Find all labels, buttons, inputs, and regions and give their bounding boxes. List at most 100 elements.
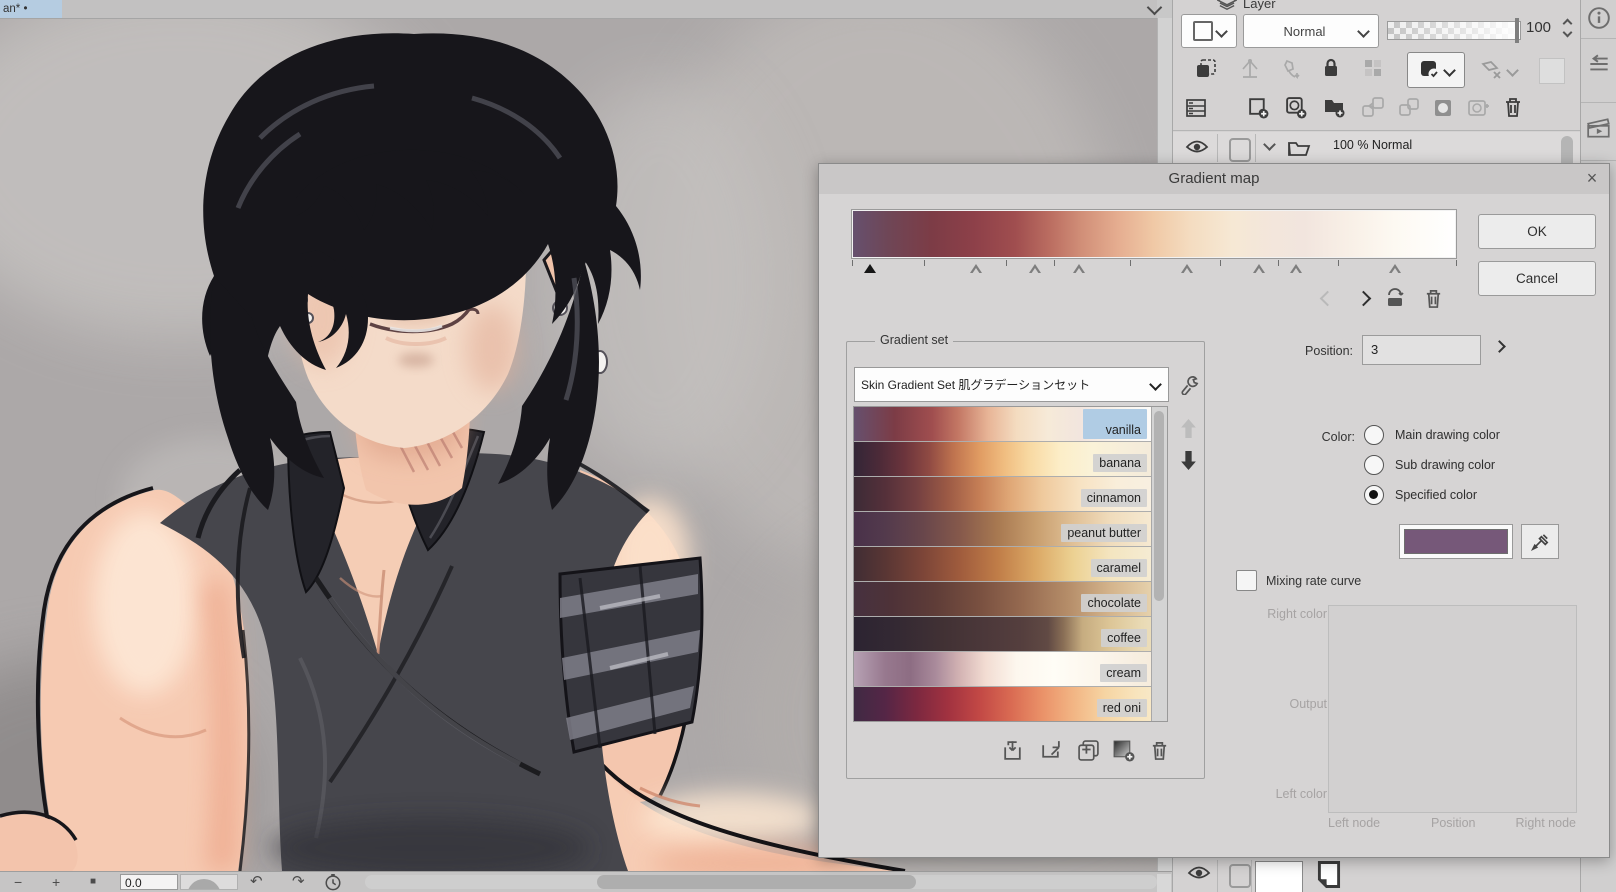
node-tick [1006, 260, 1008, 266]
gradient-node-caret[interactable] [1253, 264, 1266, 274]
canvas-horizontal-scrollbar[interactable] [365, 875, 1157, 889]
set-as-reference-button[interactable] [1471, 56, 1525, 84]
new-raster-layer-icon[interactable] [1247, 96, 1270, 119]
layer-visibility-eye-icon[interactable] [1185, 140, 1209, 154]
gradient-item-label: cream [1100, 664, 1147, 682]
duplicate-gradient-icon[interactable] [1075, 736, 1101, 764]
lock-layer-icon[interactable] [1323, 58, 1339, 78]
folder-expand-chevron-icon[interactable] [1263, 138, 1276, 151]
layer-property-list-icon[interactable] [1185, 98, 1207, 118]
rotation-angle-field[interactable]: 0.0 [120, 874, 178, 890]
merge-to-layer-below-icon[interactable] [1397, 96, 1421, 118]
specified-color-swatch[interactable] [1399, 524, 1513, 559]
transfer-to-layer-below-icon[interactable] [1361, 96, 1385, 118]
right-node-label: Right node [1515, 816, 1576, 830]
radio-sub-drawing-color[interactable] [1364, 455, 1384, 475]
opacity-spinner[interactable] [1560, 18, 1574, 42]
export-gradient-icon[interactable] [1037, 736, 1063, 764]
layer-visibility-eye-icon[interactable] [1187, 866, 1211, 880]
gradient-list-item[interactable]: red oni [854, 687, 1167, 721]
mixing-rate-curve-checkbox[interactable] [1236, 570, 1257, 591]
position-next-chevron-icon[interactable] [1493, 340, 1506, 353]
paper-layer-row[interactable] [1173, 858, 1581, 892]
new-correction-layer-icon[interactable] [1285, 96, 1308, 119]
lock-transparent-pixels-icon[interactable] [1281, 58, 1303, 80]
gradient-preview-bar[interactable] [852, 210, 1456, 258]
clip-to-layer-below-icon[interactable] [1195, 58, 1217, 80]
layer-row[interactable]: 100 % Normal [1173, 132, 1581, 163]
position-field[interactable]: 3 [1362, 335, 1481, 365]
apply-mask-to-layer-icon[interactable] [1467, 98, 1491, 118]
cancel-button[interactable]: Cancel [1478, 261, 1596, 296]
gradient-list-item[interactable]: vanilla [854, 407, 1167, 442]
gradient-list-item[interactable]: coffee [854, 617, 1167, 652]
gradient-node-caret[interactable] [864, 264, 877, 273]
gradient-list[interactable]: vanilla banana cinnamon peanut butter carame… [853, 406, 1168, 722]
layer-select-checkbox[interactable] [1229, 138, 1251, 162]
tab-list-chevron-icon[interactable] [1141, 0, 1167, 17]
undo-icon[interactable]: ↶ [250, 872, 263, 892]
enable-mask-button[interactable] [1407, 52, 1465, 88]
palette-color-button[interactable] [1181, 14, 1237, 48]
move-down-arrow-icon[interactable] [1180, 450, 1197, 471]
gradient-node-caret[interactable] [1180, 264, 1193, 274]
divider [1251, 860, 1252, 892]
blend-mode-select[interactable]: Normal [1243, 14, 1379, 48]
new-layer-folder-icon[interactable] [1323, 96, 1347, 118]
gradient-set-settings-wrench-icon[interactable] [1178, 370, 1203, 398]
gradient-list-item[interactable]: caramel [854, 547, 1167, 582]
gradient-list-item[interactable]: peanut butter [854, 512, 1167, 547]
add-gradient-icon[interactable] [1110, 736, 1136, 764]
opacity-slider-handle[interactable] [1515, 18, 1519, 43]
gradient-list-scrollbar-thumb[interactable] [1154, 411, 1164, 601]
gradient-list-item[interactable]: chocolate [854, 582, 1167, 617]
divider [1581, 38, 1616, 39]
gradient-node-caret[interactable] [1388, 264, 1401, 274]
redo-icon[interactable]: ↷ [292, 872, 305, 892]
node-tick [1129, 260, 1131, 266]
zoom-out-icon[interactable]: − [14, 872, 22, 892]
eyedropper-button[interactable] [1521, 524, 1559, 559]
gradient-list-item[interactable]: cream [854, 652, 1167, 687]
gradient-node-caret[interactable] [969, 264, 982, 274]
radio-specified-color[interactable] [1364, 485, 1384, 505]
info-icon[interactable] [1585, 4, 1613, 32]
zoom-reset-icon[interactable]: ■ [90, 872, 96, 892]
flip-gradient-icon[interactable] [1383, 286, 1407, 310]
horizontal-scrollbar-thumb[interactable] [597, 875, 916, 889]
opacity-slider[interactable] [1387, 18, 1521, 43]
draft-layer-icon[interactable] [1239, 58, 1261, 80]
move-up-arrow-icon[interactable] [1180, 418, 1197, 439]
document-tab[interactable]: an* • [0, 0, 62, 18]
layer-select-checkbox[interactable] [1229, 864, 1251, 888]
close-icon[interactable]: × [1581, 166, 1603, 190]
previous-node-chevron-icon[interactable] [1315, 286, 1339, 310]
radio-main-drawing-color[interactable] [1364, 425, 1384, 445]
ok-button[interactable]: OK [1478, 214, 1596, 249]
gradient-list-item[interactable]: banana [854, 442, 1167, 477]
delete-gradient-icon[interactable] [1146, 736, 1172, 764]
gradient-node-strip[interactable] [852, 260, 1457, 276]
timelapse-icon[interactable] [324, 873, 342, 891]
lock-alpha-icon[interactable] [1363, 58, 1383, 78]
timeline-panel-icon[interactable] [1585, 114, 1613, 142]
gradient-node-caret[interactable] [1029, 264, 1041, 274]
node-tick [1220, 260, 1222, 266]
delete-layer-icon[interactable] [1503, 96, 1523, 118]
gradient-set-select[interactable]: Skin Gradient Set 肌グラデーションセット [854, 367, 1169, 402]
gradient-node-caret[interactable] [1073, 264, 1086, 274]
radio-main-drawing-color-label: Main drawing color [1395, 428, 1500, 442]
import-gradient-icon[interactable] [999, 736, 1025, 764]
next-node-chevron-icon[interactable] [1351, 286, 1375, 310]
delete-node-icon[interactable] [1421, 286, 1445, 310]
gradient-node-caret[interactable] [1289, 264, 1302, 274]
zoom-slider[interactable] [180, 874, 238, 890]
gradient-item-label: coffee [1101, 629, 1147, 647]
create-layer-mask-icon[interactable] [1433, 98, 1453, 118]
gradient-list-scrollbar[interactable] [1151, 407, 1167, 721]
node-tick [924, 260, 926, 266]
auto-action-panel-icon[interactable] [1585, 50, 1613, 78]
zoom-in-icon[interactable]: + [52, 872, 60, 892]
left-color-label: Left color [1275, 787, 1327, 801]
gradient-list-item[interactable]: cinnamon [854, 477, 1167, 512]
